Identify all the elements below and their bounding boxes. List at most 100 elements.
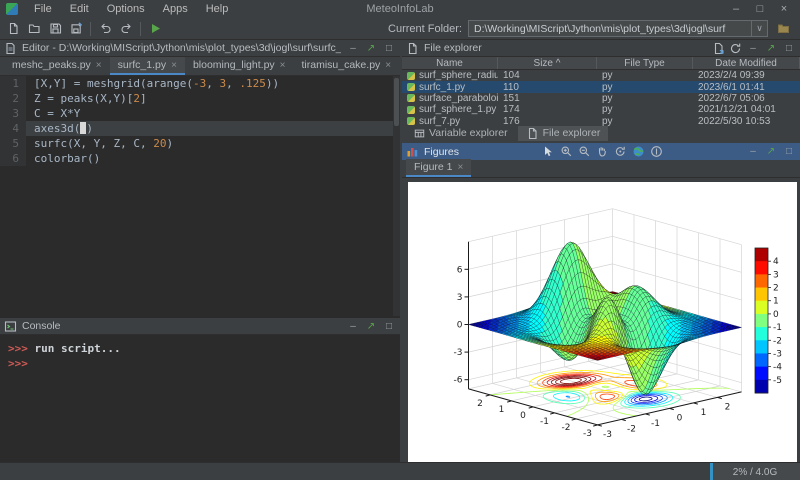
figures-panel-title: Figures xyxy=(424,146,459,158)
bottom-tab-file-explorer[interactable]: File explorer xyxy=(518,126,609,141)
memory-bar xyxy=(710,463,713,480)
zoom-out-icon[interactable] xyxy=(578,145,591,158)
editor-panel: Editor - D:\Working\MIScript\Jython\mis\… xyxy=(0,40,400,316)
file-row-surface_paraboloid.py[interactable]: surface_paraboloid.py151py2022/6/7 05:06 xyxy=(402,93,800,104)
console-minimize-icon[interactable]: – xyxy=(346,321,360,332)
code-line-1[interactable]: 1[X,Y] = meshgrid(arange(-3, 3, .125)) xyxy=(0,76,400,91)
select-arrow-icon[interactable] xyxy=(542,145,555,158)
editor-float-icon[interactable]: ↗ xyxy=(364,43,378,54)
figures-minimize-icon[interactable]: – xyxy=(746,146,760,157)
current-folder-combo[interactable]: D:\Working\MIScript\Jython\mis\plot_type… xyxy=(468,20,768,37)
figure-tab-close-icon[interactable]: × xyxy=(458,162,464,173)
figures-float-icon[interactable]: ↗ xyxy=(764,146,778,157)
current-folder-value[interactable]: D:\Working\MIScript\Jython\mis\plot_type… xyxy=(469,23,751,35)
console-panel: Console – ↗ □ >>> run script...>>> xyxy=(0,318,400,462)
file-explorer-tab-icon xyxy=(526,127,539,140)
save-icon[interactable] xyxy=(46,20,64,38)
code-line-4[interactable]: 4axes3d() xyxy=(0,121,400,136)
menu-apps[interactable]: Apps xyxy=(155,2,196,16)
toolbar-icons xyxy=(0,20,168,38)
console-maximize-icon[interactable]: □ xyxy=(382,321,396,332)
meteoinfolab-window: FileEditOptionsAppsHelp MeteoInfoLab – □… xyxy=(0,0,800,480)
figures-toolbar xyxy=(542,145,663,158)
tab-close-icon[interactable]: × xyxy=(171,60,177,71)
editor-tab-blooming_light-py[interactable]: blooming_light.py× xyxy=(185,57,294,75)
zoom-in-icon[interactable] xyxy=(560,145,573,158)
editor-tab-surfc_1-py[interactable]: surfc_1.py× xyxy=(110,57,185,75)
pan-hand-icon[interactable] xyxy=(596,145,609,158)
python-file-icon xyxy=(407,83,415,91)
editor-icon xyxy=(4,42,17,55)
line-number: 2 xyxy=(0,91,26,106)
menu-edit[interactable]: Edit xyxy=(62,2,97,16)
file-explorer-panel: File explorer – ↗ □ NameSize ^File TypeD… xyxy=(402,40,800,141)
tab-label: tiramisu_cake.py xyxy=(302,59,381,71)
python-file-icon xyxy=(407,72,415,80)
file-row-surfc_1.py[interactable]: surfc_1.py110py2023/6/1 01:41 xyxy=(402,81,800,92)
editor-scrollbar[interactable] xyxy=(393,76,400,316)
code-line-6[interactable]: 6colorbar() xyxy=(0,151,400,166)
console-line: >>> run script... xyxy=(8,341,400,356)
new-file-icon[interactable] xyxy=(4,20,22,38)
undo-icon[interactable] xyxy=(96,20,114,38)
globe-icon[interactable] xyxy=(632,145,645,158)
tab-close-icon[interactable]: × xyxy=(385,60,391,71)
editor-tab-meshc_peaks-py[interactable]: meshc_peaks.py× xyxy=(4,57,110,75)
menu-options[interactable]: Options xyxy=(99,2,153,16)
status-bar: 2% / 4.0G xyxy=(0,462,800,480)
main-toolbar: Current Folder: D:\Working\MIScript\Jyth… xyxy=(0,18,800,40)
tab-close-icon[interactable]: × xyxy=(96,60,102,71)
window-close-button[interactable]: × xyxy=(772,3,796,15)
combo-dropdown-icon[interactable]: ∨ xyxy=(751,21,767,36)
memory-indicator: 2% / 4.0G xyxy=(710,463,800,480)
figures-tab-bar: Figure 1 × xyxy=(402,160,800,178)
file-row-surf_sphere_radius.py[interactable]: surf_sphere_radius.py104py2023/2/4 09:39 xyxy=(402,70,800,81)
column-header-name[interactable]: Name xyxy=(402,57,498,69)
column-header-size[interactable]: Size ^ xyxy=(498,57,597,69)
line-number: 3 xyxy=(0,106,26,121)
file-row-surf_sphere_1.py[interactable]: surf_sphere_1.py174py2021/12/21 04:01 xyxy=(402,104,800,115)
identify-icon[interactable] xyxy=(650,145,663,158)
python-file-icon xyxy=(407,106,415,114)
line-number: 6 xyxy=(0,151,26,166)
title-bar: FileEditOptionsAppsHelp MeteoInfoLab – □… xyxy=(0,0,800,18)
column-header-date-modified[interactable]: Date Modified xyxy=(693,57,800,69)
bottom-tab-variable-explorer[interactable]: Variable explorer xyxy=(406,126,516,140)
code-editor[interactable]: 1[X,Y] = meshgrid(arange(-3, 3, .125))2Z… xyxy=(0,76,400,316)
editor-maximize-icon[interactable]: □ xyxy=(382,43,396,54)
run-icon[interactable] xyxy=(146,20,164,38)
file-explorer-maximize-icon[interactable]: □ xyxy=(782,43,796,54)
refresh-icon[interactable] xyxy=(729,42,742,55)
surfc-3d-plot[interactable] xyxy=(408,182,797,462)
open-folder-icon[interactable] xyxy=(25,20,43,38)
console-output[interactable]: >>> run script...>>> xyxy=(0,335,400,371)
column-header-file-type[interactable]: File Type xyxy=(597,57,693,69)
console-float-icon[interactable]: ↗ xyxy=(364,321,378,332)
window-minimize-button[interactable]: – xyxy=(724,3,748,15)
figures-icon xyxy=(406,145,419,158)
figures-maximize-icon[interactable]: □ xyxy=(782,146,796,157)
save-as-icon[interactable] xyxy=(67,20,85,38)
explorer-bottom-tabs: Variable explorerFile explorer xyxy=(402,125,608,141)
tab-figure-1[interactable]: Figure 1 × xyxy=(406,159,471,177)
editor-panel-title: Editor - D:\Working\MIScript\Jython\mis\… xyxy=(22,42,341,54)
menu-help[interactable]: Help xyxy=(198,2,237,16)
file-table-rows: surf_sphere_radius.py104py2023/2/4 09:39… xyxy=(402,70,800,127)
editor-tab-tiramisu_cake-py[interactable]: tiramisu_cake.py × xyxy=(294,57,400,75)
file-explorer-float-icon[interactable]: ↗ xyxy=(764,43,778,54)
redo-icon[interactable] xyxy=(117,20,135,38)
code-line-3[interactable]: 3C = X*Y xyxy=(0,106,400,121)
code-line-2[interactable]: 2Z = peaks(X,Y)[2] xyxy=(0,91,400,106)
code-line-5[interactable]: 5surfc(X, Y, Z, C, 20) xyxy=(0,136,400,151)
editor-minimize-icon[interactable]: – xyxy=(346,43,360,54)
rotate-icon[interactable] xyxy=(614,145,627,158)
menu-file[interactable]: File xyxy=(26,2,60,16)
python-file-icon xyxy=(407,94,415,102)
file-table-header[interactable]: NameSize ^File TypeDate Modified xyxy=(402,57,800,70)
window-maximize-button[interactable]: □ xyxy=(748,3,772,15)
new-file-icon[interactable] xyxy=(712,42,725,55)
browse-folder-button[interactable] xyxy=(774,20,792,38)
file-explorer-icon xyxy=(406,42,419,55)
file-explorer-minimize-icon[interactable]: – xyxy=(746,43,760,54)
tab-close-icon[interactable]: × xyxy=(280,60,286,71)
